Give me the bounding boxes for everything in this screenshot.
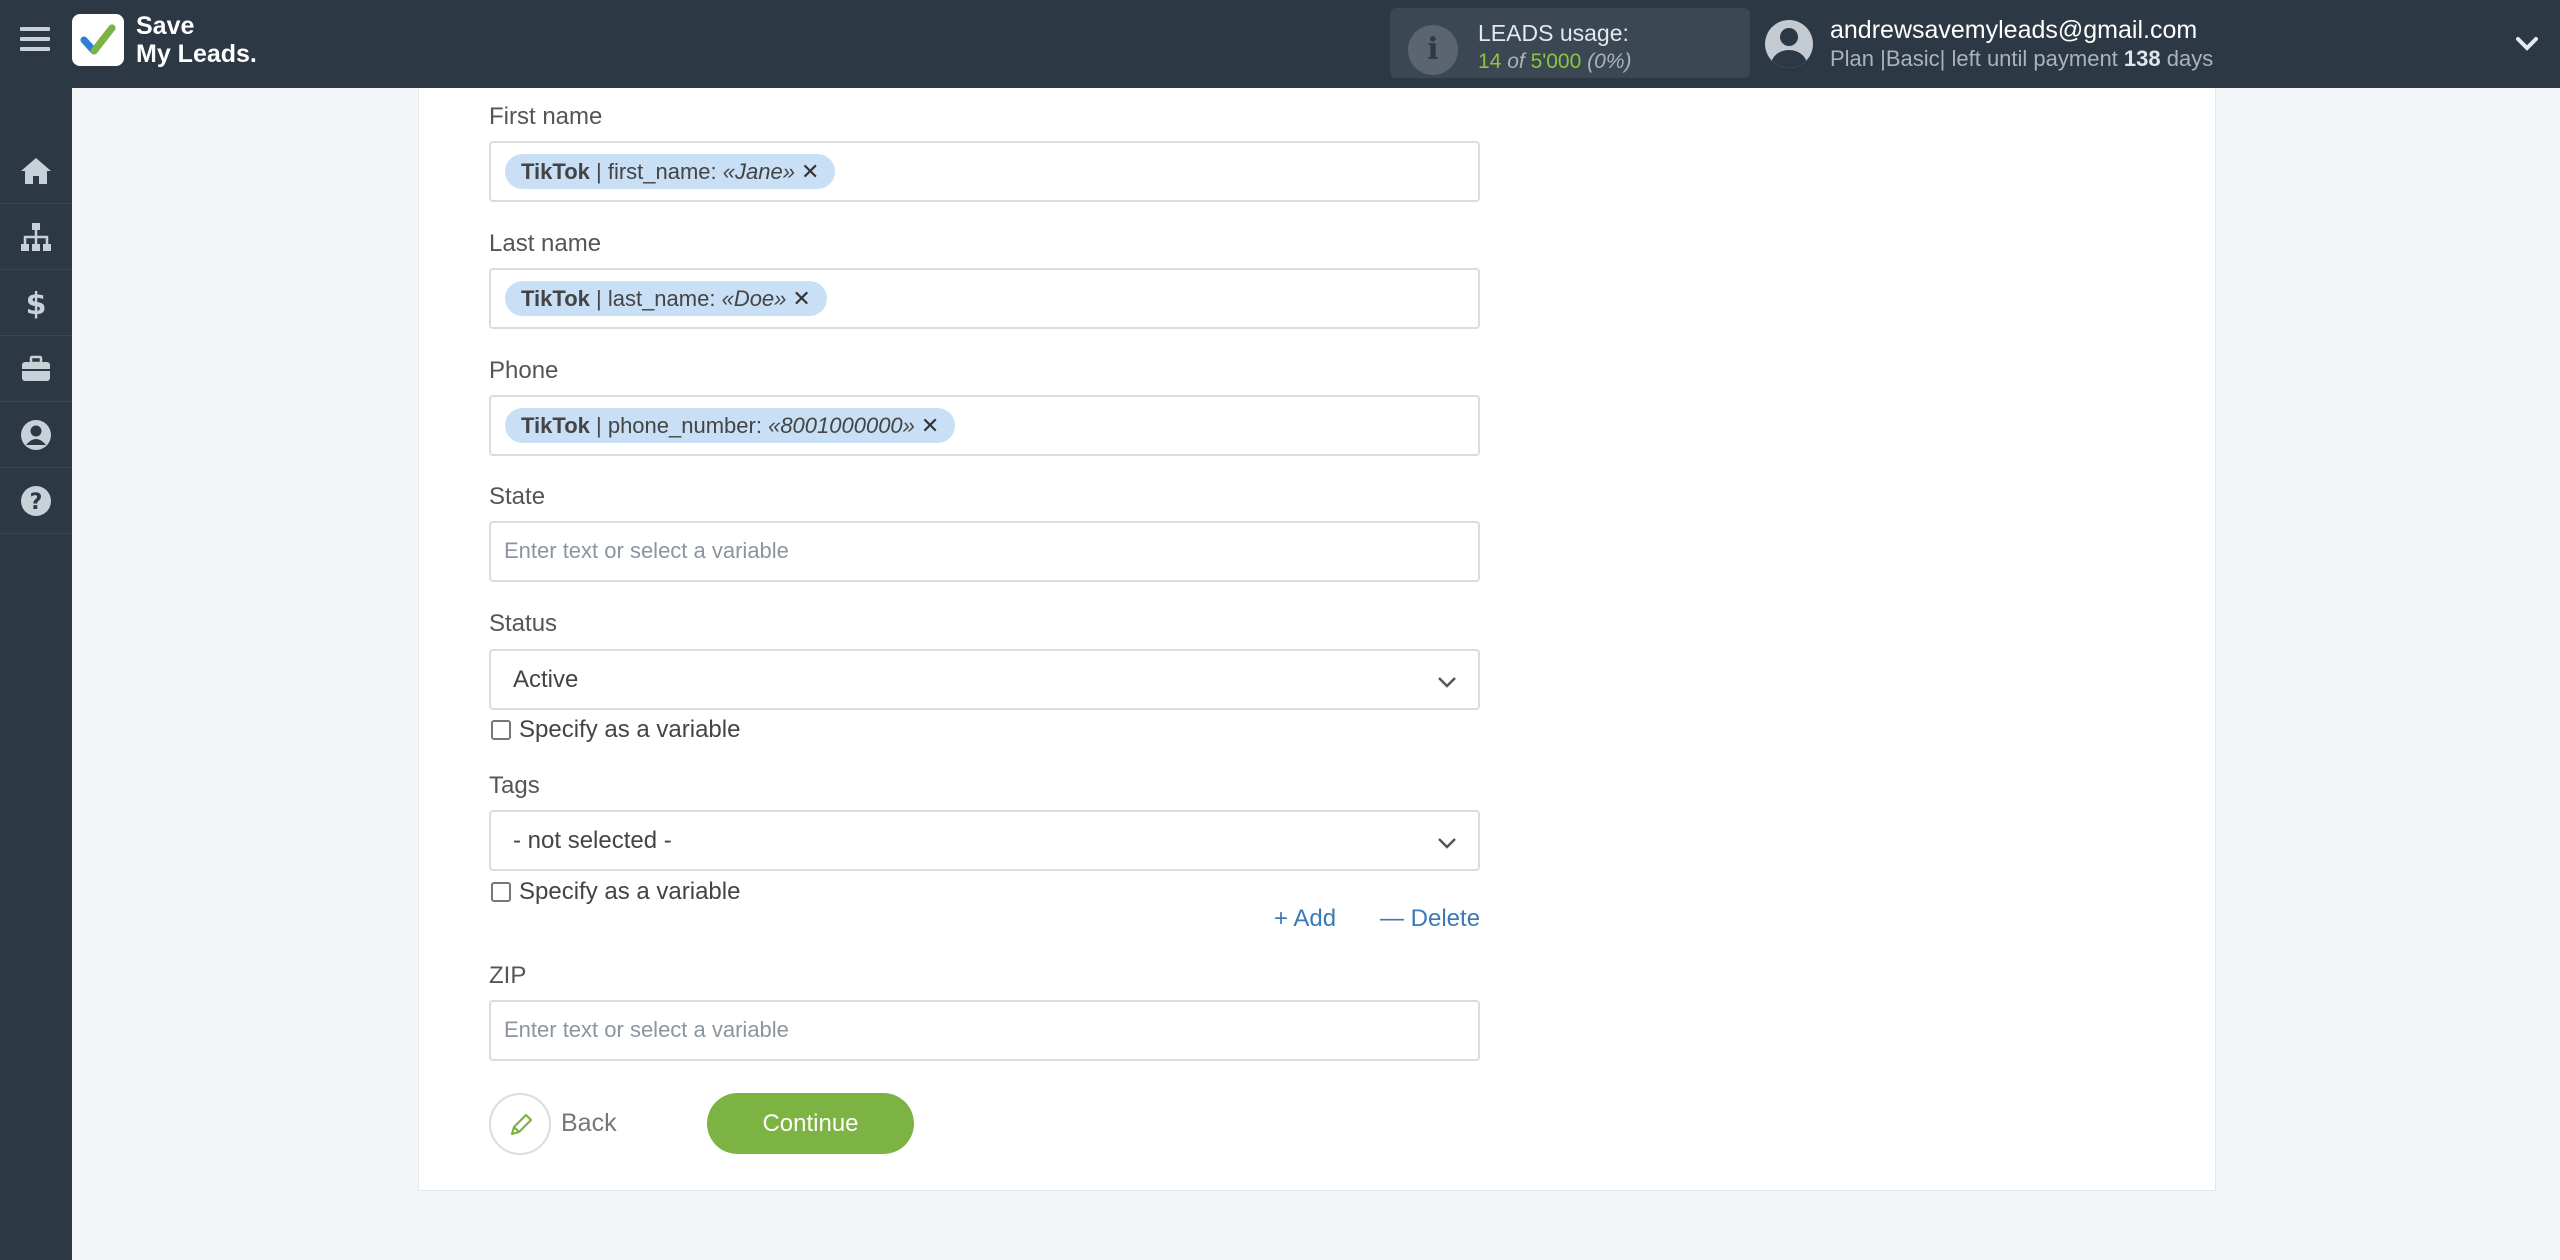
sidebar-item-tools[interactable] — [0, 336, 72, 402]
chip-value: «8001000000» — [768, 413, 915, 438]
plan-suffix: days — [2166, 46, 2214, 71]
usage-used: 14 — [1478, 50, 1502, 73]
plan-days: 138 — [2123, 46, 2161, 71]
sidebar-item-account[interactable] — [0, 402, 72, 468]
add-field-link[interactable]: + Add — [1274, 905, 1336, 933]
zip-placeholder: Enter text or select a variable — [504, 1017, 789, 1042]
last-name-field[interactable]: TikTok | last_name: «Doe» ✕ — [489, 268, 1480, 329]
chevron-down-icon — [1434, 830, 1460, 856]
chip-field: | first_name: — [596, 159, 717, 184]
chip-value: «Doe» — [721, 286, 787, 311]
briefcase-icon — [22, 355, 50, 381]
state-placeholder: Enter text or select a variable — [504, 538, 789, 563]
tags-specify-variable[interactable]: Specify as a variable — [491, 878, 740, 906]
zip-label: ZIP — [489, 962, 527, 989]
account-email[interactable]: andrewsavemyleads@gmail.com — [1830, 16, 2197, 45]
status-label: Status — [489, 610, 558, 637]
usage-total: 5'000 — [1530, 50, 1582, 73]
sidebar-item-billing[interactable]: $ — [0, 270, 72, 336]
home-icon — [21, 157, 51, 184]
usage-of: of — [1507, 50, 1525, 73]
chip-source: TikTok — [521, 413, 590, 438]
state-label: State — [489, 483, 546, 510]
chip-field: | last_name: — [596, 286, 716, 311]
remove-chip-icon[interactable]: ✕ — [792, 286, 810, 311]
tags-label: Tags — [489, 772, 540, 799]
back-label[interactable]: Back — [561, 1109, 617, 1138]
user-avatar-icon[interactable] — [1765, 20, 1813, 68]
first-name-label: First name — [489, 103, 603, 130]
delete-field-link[interactable]: — Delete — [1380, 905, 1480, 933]
chip-value: «Jane» — [722, 159, 795, 184]
logo-line-1: Save — [136, 12, 195, 40]
svg-text:?: ? — [30, 490, 43, 515]
sidebar-item-home[interactable] — [0, 138, 72, 204]
minus-icon: — — [1380, 905, 1411, 932]
tags-selected-value: - not selected - — [513, 827, 672, 854]
plan-prefix: Plan |Basic| left until payment — [1830, 46, 2118, 71]
top-bar: Save My Leads. i LEADS usage: 14 of 5'00… — [0, 0, 2560, 88]
svg-text:$: $ — [26, 287, 47, 321]
last-name-variable-chip[interactable]: TikTok | last_name: «Doe» ✕ — [505, 281, 827, 316]
sitemap-icon — [21, 222, 51, 251]
phone-field[interactable]: TikTok | phone_number: «8001000000» ✕ — [489, 395, 1480, 456]
status-specify-variable[interactable]: Specify as a variable — [491, 716, 740, 744]
account-chevron-down-icon[interactable] — [2512, 28, 2542, 58]
user-circle-icon — [21, 419, 51, 450]
dollar-icon: $ — [26, 287, 47, 321]
sidebar: $ ? — [0, 88, 72, 1260]
zip-input[interactable]: Enter text or select a variable — [489, 1000, 1480, 1061]
chip-field: | phone_number: — [596, 413, 762, 438]
remove-chip-icon[interactable]: ✕ — [801, 159, 819, 184]
usage-value: 14 of 5'000 (0%) — [1478, 50, 1631, 74]
plus-icon: + — [1274, 905, 1294, 932]
status-select[interactable]: Active — [489, 649, 1480, 710]
info-icon: i — [1408, 25, 1458, 75]
question-circle-icon: ? — [21, 485, 51, 516]
leads-usage-panel: i LEADS usage: 14 of 5'000 (0%) — [1390, 8, 1750, 78]
logo-line-2: My Leads. — [136, 40, 257, 68]
pencil-icon — [510, 1113, 533, 1136]
chevron-down-icon — [1434, 669, 1460, 695]
state-input[interactable]: Enter text or select a variable — [489, 521, 1480, 582]
sidebar-item-help[interactable]: ? — [0, 468, 72, 534]
tags-select[interactable]: - not selected - — [489, 810, 1480, 871]
logo-icon[interactable] — [72, 14, 124, 66]
usage-percent: (0%) — [1587, 50, 1632, 73]
first-name-variable-chip[interactable]: TikTok | first_name: «Jane» ✕ — [505, 154, 836, 189]
tags-specify-checkbox[interactable] — [491, 882, 511, 902]
chip-source: TikTok — [521, 159, 590, 184]
delete-label: Delete — [1410, 905, 1481, 932]
add-label: Add — [1293, 905, 1337, 932]
continue-button[interactable]: Continue — [707, 1093, 914, 1154]
usage-label: LEADS usage: — [1478, 20, 1629, 46]
first-name-field[interactable]: TikTok | first_name: «Jane» ✕ — [489, 141, 1480, 202]
tags-specify-label: Specify as a variable — [519, 878, 741, 905]
hamburger-menu-icon[interactable] — [20, 27, 50, 57]
sidebar-item-connections[interactable] — [0, 204, 72, 270]
phone-variable-chip[interactable]: TikTok | phone_number: «8001000000» ✕ — [505, 408, 956, 443]
status-specify-checkbox[interactable] — [491, 720, 511, 740]
status-selected-value: Active — [513, 666, 579, 693]
phone-label: Phone — [489, 357, 559, 384]
status-specify-label: Specify as a variable — [519, 716, 741, 743]
plan-info: Plan |Basic| left until payment 138 days — [1830, 46, 2213, 72]
chip-source: TikTok — [521, 286, 590, 311]
back-button[interactable] — [489, 1093, 551, 1155]
last-name-label: Last name — [489, 230, 602, 257]
remove-chip-icon[interactable]: ✕ — [921, 413, 939, 438]
logo-text[interactable]: Save My Leads. — [136, 12, 257, 68]
